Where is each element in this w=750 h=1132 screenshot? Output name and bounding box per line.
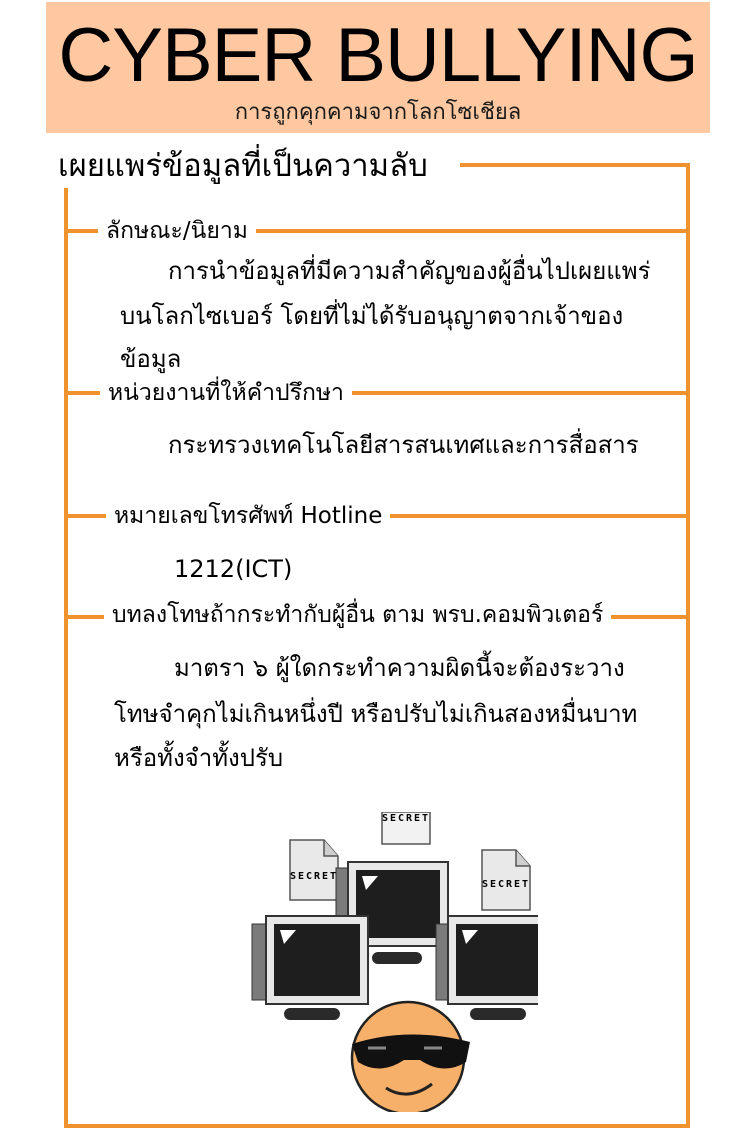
penalty-line-1: มาตรา ๖ ผู้ใดกระทำความผิดนี้จะต้องระวาง bbox=[174, 654, 625, 682]
label-definition: ลักษณะ/นิยาม bbox=[98, 215, 256, 247]
banner-title: CYBER BULLYING bbox=[58, 13, 698, 98]
definition-line-1: การนำข้อมูลที่มีความสำคัญของผู้อื่นไปเผย… bbox=[168, 257, 651, 285]
secret-document-right: SECRET bbox=[481, 849, 531, 911]
frame-left-line bbox=[64, 186, 68, 1128]
monitor-right bbox=[435, 915, 538, 1020]
secret-computers-illustration: SECRET SECRET SECRET bbox=[251, 812, 538, 1112]
penalty-line-2: โทษจำคุกไม่เกินหนึ่งปี หรือปรับไม่เกินสอ… bbox=[114, 700, 638, 728]
definition-line-3: ข้อมูล bbox=[120, 345, 182, 373]
section-heading: เผยแพร่ข้อมูลที่เป็นความลับ bbox=[58, 144, 438, 188]
hotline-number: 1212(ICT) bbox=[174, 555, 293, 583]
monitor-left bbox=[251, 915, 369, 1020]
agency-name: กระทรวงเทคโนโลยีสารสนเทศและการสื่อสาร bbox=[168, 431, 639, 459]
secret-document-top: SECRET bbox=[381, 812, 431, 845]
title-banner: CYBER BULLYING การถูกคุกคามจากโลกโซเชียล bbox=[46, 2, 710, 133]
penalty-line-3: หรือทั้งจำทั้งปรับ bbox=[114, 744, 284, 772]
banner-subtitle: การถูกคุกคามจากโลกโซเชียล bbox=[234, 100, 522, 125]
sunglasses-face-icon bbox=[350, 1000, 470, 1112]
frame-heading-line bbox=[460, 163, 690, 167]
secret-document-left: SECRET bbox=[289, 839, 339, 901]
label-hotline: หมายเลขโทรศัพท์ Hotline bbox=[106, 500, 391, 532]
frame-right-line bbox=[686, 163, 690, 1128]
frame-bottom-line bbox=[64, 1124, 690, 1128]
label-penalty: บทลงโทษถ้ากระทำกับผู้อื่น ตาม พรบ.คอมพิว… bbox=[104, 599, 612, 631]
definition-line-2: บนโลกไซเบอร์ โดยที่ไม่ได้รับอนุญาตจากเจ้… bbox=[120, 302, 624, 330]
label-agency: หน่วยงานที่ให้คำปรึกษา bbox=[100, 377, 352, 409]
